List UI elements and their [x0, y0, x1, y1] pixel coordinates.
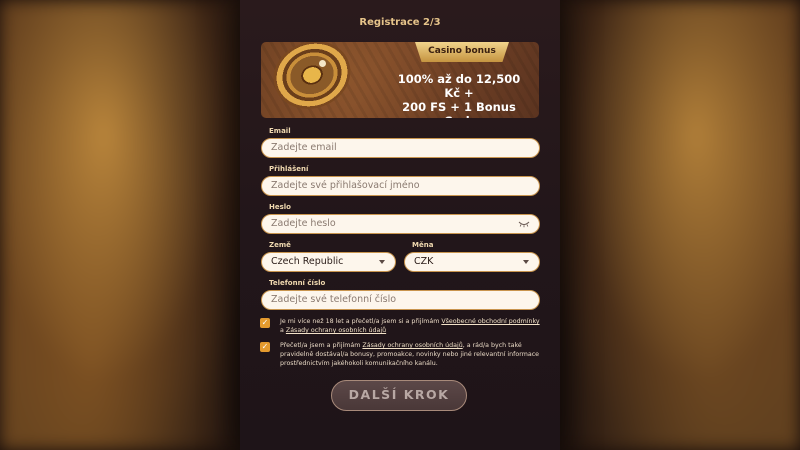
currency-label: Měna	[412, 241, 434, 249]
terms-link[interactable]: Všeobecné obchodní podmínky	[441, 318, 539, 325]
bonus-line-2: 200 FS + 1 Bonus Crab	[402, 100, 516, 118]
bonus-card: Casino bonus 100% až do 12,500 Kč + 200 …	[261, 42, 539, 118]
next-step-button[interactable]: DALŠÍ KROK	[331, 380, 467, 411]
country-label: Země	[269, 241, 291, 249]
login-field[interactable]: Zadejte své přihlašovací jméno	[261, 176, 540, 196]
terms-checkbox[interactable]: ✓	[260, 318, 270, 328]
phone-field[interactable]: Zadejte své telefonní číslo	[261, 290, 540, 310]
marketing-consent-text: Přečetl/a jsem a přijímám Zásady ochrany…	[280, 341, 542, 368]
background-left	[0, 0, 260, 450]
currency-value: CZK	[414, 256, 434, 267]
eye-closed-icon[interactable]	[518, 220, 530, 228]
roulette-image	[264, 42, 360, 118]
chevron-down-icon	[379, 260, 385, 264]
country-select[interactable]: Czech Republic	[261, 252, 396, 272]
roulette-ball	[319, 60, 326, 67]
email-label: Email	[269, 127, 291, 135]
bonus-line-1: 100% až do 12,500 Kč +	[397, 72, 521, 100]
check-icon: ✓	[261, 342, 269, 351]
password-placeholder: Zadejte heslo	[271, 218, 336, 229]
privacy-link[interactable]: Zásady ochrany osobních údajů	[286, 327, 386, 334]
marketing-privacy-link[interactable]: Zásady ochrany osobních údajů	[362, 342, 462, 349]
check-icon: ✓	[261, 318, 269, 327]
login-label: Přihlášení	[269, 165, 309, 173]
registration-modal: Registrace 2/3 Casino bonus 100% až do 1…	[240, 0, 560, 450]
bonus-badge: Casino bonus	[415, 42, 509, 62]
country-value: Czech Republic	[271, 256, 344, 267]
email-field[interactable]: Zadejte email	[261, 138, 540, 158]
bonus-description: 100% až do 12,500 Kč + 200 FS + 1 Bonus …	[389, 72, 529, 118]
terms-consent-text: Je mi více než 18 let a přečetl/a jsem s…	[280, 317, 542, 335]
registration-step-title: Registrace 2/3	[359, 17, 441, 28]
terms-text-start: Je mi více než 18 let a přečetl/a jsem s…	[280, 318, 442, 325]
chevron-down-icon	[523, 260, 529, 264]
password-field[interactable]: Zadejte heslo	[261, 214, 540, 234]
marketing-text-start: Přečetl/a jsem a přijímám	[280, 342, 363, 349]
currency-select[interactable]: CZK	[404, 252, 540, 272]
marketing-checkbox[interactable]: ✓	[260, 342, 270, 352]
phone-label: Telefonní číslo	[269, 279, 326, 287]
background-right	[540, 0, 800, 450]
password-label: Heslo	[269, 203, 291, 211]
